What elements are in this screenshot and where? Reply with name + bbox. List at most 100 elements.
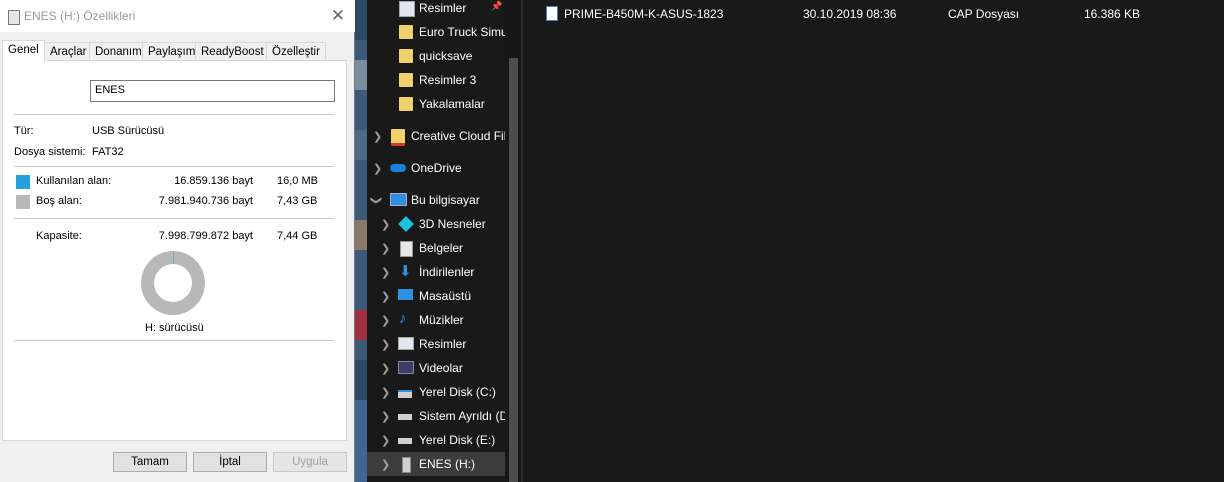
nav-label: Yerel Disk (E:) xyxy=(419,433,496,447)
tab-genel[interactable]: Genel xyxy=(2,40,45,61)
used-space-bytes: 16.859.136 bayt xyxy=(174,175,253,187)
chevron-down-icon[interactable]: ❯ xyxy=(370,196,383,205)
close-button[interactable]: ✕ xyxy=(327,6,349,26)
tab-paylasim[interactable]: Paylaşım xyxy=(142,42,202,60)
apply-button[interactable]: Uygula xyxy=(273,452,347,472)
properties-dialog: ENES (H:) Özellikleri ✕ Genel Araçlar Do… xyxy=(0,0,355,482)
file-type: CAP Dosyası xyxy=(948,7,1020,21)
divider xyxy=(14,166,334,167)
folder-icon xyxy=(399,97,413,111)
chevron-right-icon[interactable]: ❯ xyxy=(381,458,390,471)
chevron-right-icon[interactable]: ❯ xyxy=(381,338,390,351)
tab-ozellestir[interactable]: Özelleştir xyxy=(266,42,326,60)
nav-item-belgeler[interactable]: ❯ Belgeler xyxy=(367,236,505,260)
nav-label: OneDrive xyxy=(411,161,462,175)
file-date: 30.10.2019 08:36 xyxy=(803,7,897,21)
chevron-right-icon[interactable]: ❯ xyxy=(381,218,390,231)
nav-item-indirilenler[interactable]: ❯ ⬇ İndirilenler xyxy=(367,260,505,284)
nav-item-euro-truck[interactable]: Euro Truck Simu xyxy=(367,20,505,44)
nav-label: Creative Cloud Fil xyxy=(411,129,505,143)
chevron-right-icon[interactable]: ❯ xyxy=(381,434,390,447)
chevron-right-icon[interactable]: ❯ xyxy=(381,290,390,303)
tab-donanim[interactable]: Donanım xyxy=(89,42,148,60)
drive-icon xyxy=(398,390,412,398)
chevron-right-icon[interactable]: ❯ xyxy=(373,130,382,143)
videos-icon xyxy=(398,361,414,374)
drive-icon xyxy=(8,10,20,25)
divider xyxy=(14,114,334,115)
nav-item-videolar[interactable]: ❯ Videolar xyxy=(367,356,505,380)
3d-objects-icon xyxy=(398,216,414,232)
nav-item-enes-h[interactable]: ❯ ENES (H:) xyxy=(367,452,505,476)
volume-name-input[interactable]: ENES xyxy=(90,80,335,102)
chevron-right-icon[interactable]: ❯ xyxy=(381,386,390,399)
filesystem-label: Dosya sistemi: xyxy=(14,146,86,158)
chevron-right-icon[interactable]: ❯ xyxy=(381,410,390,423)
tab-readyboost[interactable]: ReadyBoost xyxy=(195,42,270,60)
nav-label: Yakalamalar xyxy=(419,97,485,111)
drive-icon xyxy=(398,414,412,420)
nav-item-masaustu[interactable]: ❯ Masaüstü xyxy=(367,284,505,308)
nav-label: Sistem Ayrıldı (D xyxy=(419,409,505,423)
ok-button[interactable]: Tamam xyxy=(113,452,187,472)
general-panel: ENES Tür: USB Sürücüsü Dosya sistemi: FA… xyxy=(2,60,347,441)
tab-araclar[interactable]: Araçlar xyxy=(44,42,93,60)
donut-hole xyxy=(154,264,192,302)
pin-icon[interactable]: 📌 xyxy=(491,1,502,12)
scroll-thumb[interactable] xyxy=(509,58,518,482)
type-label: Tür: xyxy=(14,125,34,137)
chevron-right-icon[interactable]: ❯ xyxy=(381,362,390,375)
used-space-size: 16,0 MB xyxy=(277,175,318,187)
cancel-button[interactable]: İptal xyxy=(193,452,267,472)
nav-item-resimler-pinned[interactable]: Resimler 📌 xyxy=(367,0,505,20)
dialog-title: ENES (H:) Özellikleri xyxy=(24,9,136,23)
type-value: USB Sürücüsü xyxy=(92,125,165,137)
music-icon: ♪ xyxy=(399,310,407,327)
nav-item-bu-bilgisayar[interactable]: ❯ Bu bilgisayar xyxy=(367,188,505,212)
nav-label: Masaüstü xyxy=(419,289,472,303)
nav-label: 3D Nesneler xyxy=(419,217,486,231)
drive-icon xyxy=(398,438,412,444)
onedrive-icon xyxy=(390,164,406,172)
desktop-icon xyxy=(398,289,413,300)
filesystem-value: FAT32 xyxy=(92,146,124,158)
file-size: 16.386 KB xyxy=(1084,7,1141,21)
pictures-icon xyxy=(398,337,414,350)
creative-cloud-icon xyxy=(391,129,405,146)
file-icon xyxy=(546,6,558,21)
nav-item-onedrive[interactable]: ❯ OneDrive xyxy=(367,156,505,180)
free-space-swatch xyxy=(16,195,30,209)
nav-label: Euro Truck Simu xyxy=(419,25,505,39)
free-space-size: 7,43 GB xyxy=(277,195,318,207)
nav-label: ENES (H:) xyxy=(419,457,476,471)
folder-icon xyxy=(399,49,413,63)
chevron-right-icon[interactable]: ❯ xyxy=(381,266,390,279)
nav-item-resimler-3[interactable]: Resimler 3 xyxy=(367,68,505,92)
dialog-titlebar[interactable]: ENES (H:) Özellikleri ✕ xyxy=(0,0,355,32)
nav-label: Bu bilgisayar xyxy=(411,193,480,207)
nav-item-yerel-disk-e[interactable]: ❯ Yerel Disk (E:) xyxy=(367,428,505,452)
nav-item-resimler[interactable]: ❯ Resimler xyxy=(367,332,505,356)
nav-item-sistem-ayrildi-d[interactable]: ❯ Sistem Ayrıldı (D xyxy=(367,404,505,428)
nav-item-muzikler[interactable]: ❯ ♪ Müzikler xyxy=(367,308,505,332)
chevron-right-icon[interactable]: ❯ xyxy=(373,162,382,175)
nav-label: Yerel Disk (C:) xyxy=(419,385,496,399)
nav-item-yakalamalar[interactable]: Yakalamalar xyxy=(367,92,505,116)
chevron-right-icon[interactable]: ❯ xyxy=(381,242,390,255)
nav-scrollbar[interactable] xyxy=(505,0,521,482)
file-row[interactable]: PRIME-B450M-K-ASUS-1823 30.10.2019 08:36… xyxy=(523,0,1224,26)
free-space-label: Boş alan: xyxy=(36,195,82,207)
chevron-right-icon[interactable]: ❯ xyxy=(381,314,390,327)
nav-item-3d-nesneler[interactable]: ❯ 3D Nesneler xyxy=(367,212,505,236)
nav-item-quicksave[interactable]: quicksave xyxy=(367,44,505,68)
pictures-icon xyxy=(399,1,415,17)
drive-label: H: sürücüsü xyxy=(145,322,204,334)
nav-label: Videolar xyxy=(419,361,463,375)
nav-label: Resimler xyxy=(419,337,467,351)
nav-label: Müzikler xyxy=(419,313,464,327)
computer-icon xyxy=(390,193,407,206)
navigation-pane: Resimler 📌 Euro Truck Simu quicksave Res… xyxy=(367,0,505,482)
documents-icon xyxy=(400,241,413,257)
nav-item-creative-cloud[interactable]: ❯ Creative Cloud Fil xyxy=(367,124,505,148)
nav-item-yerel-disk-c[interactable]: ❯ Yerel Disk (C:) xyxy=(367,380,505,404)
